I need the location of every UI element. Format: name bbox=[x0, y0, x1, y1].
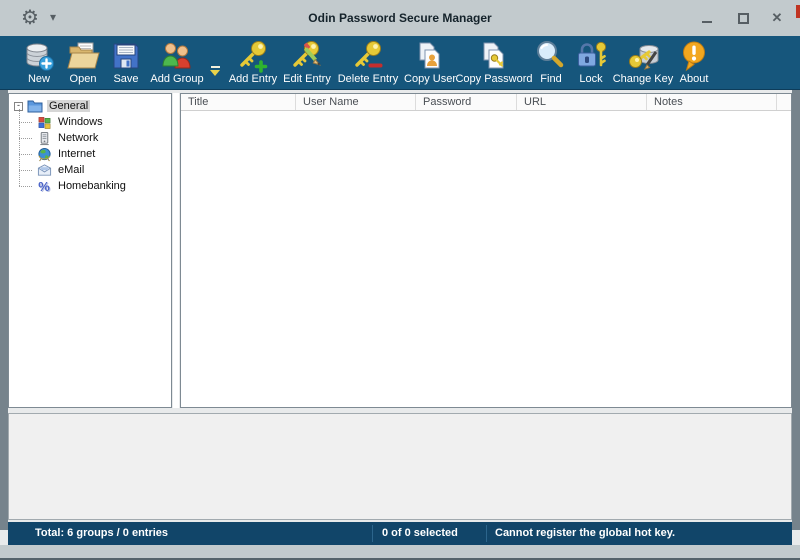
tree-list-splitter[interactable] bbox=[173, 93, 179, 408]
window-bottom-frame bbox=[0, 545, 800, 560]
status-separator bbox=[372, 525, 373, 542]
lock-icon bbox=[578, 41, 607, 67]
toolbar-label: Save bbox=[113, 73, 139, 85]
toolbar-button-delete-entry[interactable]: Delete Entry bbox=[332, 36, 404, 90]
edit-entry-key-icon bbox=[293, 41, 322, 67]
homebanking-percent-icon: % bbox=[38, 178, 50, 194]
toolbar-button-copy-user[interactable]: Copy User bbox=[404, 36, 456, 90]
toolbar-label: Change Key bbox=[612, 73, 674, 85]
status-message: Cannot register the global hot key. bbox=[495, 527, 676, 539]
delete-entry-key-icon bbox=[355, 41, 383, 68]
tree-children: Windows Network Internet eMail % Homeban… bbox=[9, 109, 171, 194]
toolbar-button-open[interactable]: Open bbox=[62, 36, 104, 90]
internet-globe-icon bbox=[36, 146, 52, 162]
email-icon bbox=[36, 162, 52, 178]
column-header-url[interactable]: URL bbox=[517, 94, 647, 110]
copy-password-icon bbox=[483, 42, 504, 69]
add-group-dropdown-button[interactable] bbox=[206, 36, 224, 90]
toolbar-button-find[interactable]: Find bbox=[532, 36, 570, 90]
tree-item-label: Network bbox=[58, 132, 99, 144]
toolbar-button-lock[interactable]: Lock bbox=[570, 36, 612, 90]
statusbar: Total: 6 groups / 0 entries 0 of 0 selec… bbox=[8, 522, 792, 545]
screen-edge-artifact bbox=[796, 5, 800, 18]
client-area: - General Windows Network Internet eMail… bbox=[0, 90, 800, 545]
change-key-icon bbox=[629, 45, 659, 70]
tree-item-homebanking[interactable]: % Homebanking bbox=[9, 178, 171, 194]
column-header-filler bbox=[777, 94, 791, 110]
tree-item-label: Windows bbox=[58, 116, 103, 128]
window-left-edge bbox=[0, 90, 8, 530]
toolbar-button-about[interactable]: About bbox=[674, 36, 714, 90]
network-icon bbox=[36, 130, 52, 146]
toolbar-button-add-group[interactable]: Add Group bbox=[148, 36, 206, 90]
database-new-icon bbox=[26, 43, 54, 71]
maximize-icon bbox=[737, 12, 749, 24]
find-magnifier-icon bbox=[537, 41, 564, 68]
window-right-edge bbox=[792, 90, 800, 530]
minimize-icon bbox=[702, 21, 712, 23]
tree-item-general[interactable]: - General bbox=[9, 98, 171, 114]
toolbar-label: Copy Password bbox=[455, 73, 533, 85]
toolbar-label: Open bbox=[69, 73, 97, 85]
status-total: Total: 6 groups / 0 entries bbox=[35, 527, 169, 539]
windows-icon bbox=[36, 114, 52, 130]
add-entry-key-icon bbox=[240, 41, 268, 73]
toolbar-label: Edit Entry bbox=[283, 73, 331, 85]
close-icon: ✕ bbox=[771, 10, 783, 25]
copy-user-icon bbox=[419, 42, 440, 69]
toolbar-button-save[interactable]: Save bbox=[104, 36, 148, 90]
toolbar-button-copy-password[interactable]: Copy Password bbox=[455, 36, 533, 90]
status-separator bbox=[486, 525, 487, 542]
maximize-button[interactable] bbox=[734, 10, 752, 26]
dropdown-triangle-icon bbox=[210, 70, 220, 76]
tree-item-internet[interactable]: Internet bbox=[9, 146, 171, 162]
toolbar-button-change-key[interactable]: Change Key bbox=[612, 36, 674, 90]
toolbar-label: Add Entry bbox=[228, 73, 278, 85]
entry-list-panel: Title User Name Password URL Notes bbox=[180, 93, 792, 408]
toolbar-button-add-entry[interactable]: Add Entry bbox=[224, 36, 282, 90]
titlebar: ⚙ ▾ Odin Password Secure Manager ✕ bbox=[0, 0, 800, 36]
toolbar-label: About bbox=[679, 73, 709, 85]
window-title: Odin Password Secure Manager bbox=[308, 11, 492, 25]
app-window: ⚙ ▾ Odin Password Secure Manager ✕ New O… bbox=[0, 0, 800, 560]
toolbar-label: Lock bbox=[579, 73, 603, 85]
entry-list-body[interactable] bbox=[181, 111, 791, 407]
toolbar-label: New bbox=[27, 73, 50, 85]
tree-item-label: Homebanking bbox=[58, 180, 126, 192]
add-group-icon bbox=[162, 43, 191, 69]
dropdown-bar-icon bbox=[210, 66, 220, 68]
toolbar-button-edit-entry[interactable]: Edit Entry bbox=[282, 36, 332, 90]
group-tree-panel: - General Windows Network Internet eMail… bbox=[8, 93, 172, 408]
folder-icon bbox=[27, 98, 43, 114]
tree-item-email[interactable]: eMail bbox=[9, 162, 171, 178]
toolbar-label: Copy User bbox=[404, 73, 456, 85]
toolbar-label: Add Group bbox=[150, 73, 204, 85]
column-header-user-name[interactable]: User Name bbox=[296, 94, 416, 110]
column-header-notes[interactable]: Notes bbox=[647, 94, 777, 110]
group-tree: - General Windows Network Internet eMail… bbox=[9, 94, 171, 194]
about-warning-icon bbox=[683, 41, 705, 72]
minimize-button[interactable] bbox=[698, 10, 716, 26]
close-button[interactable]: ✕ bbox=[768, 10, 786, 26]
list-header: Title User Name Password URL Notes bbox=[181, 94, 791, 111]
column-header-password[interactable]: Password bbox=[416, 94, 517, 110]
save-floppy-icon bbox=[113, 43, 139, 69]
detail-panel bbox=[8, 413, 792, 520]
tree-item-label: eMail bbox=[58, 164, 85, 176]
status-selected: 0 of 0 selected bbox=[382, 527, 458, 539]
toolbar-label: Find bbox=[540, 73, 562, 85]
toolbar-button-new[interactable]: New bbox=[16, 36, 62, 90]
tree-item-windows[interactable]: Windows bbox=[9, 114, 171, 130]
tree-item-label: Internet bbox=[58, 148, 96, 160]
open-folder-icon bbox=[67, 42, 100, 69]
toolbar-label: Delete Entry bbox=[337, 73, 399, 85]
column-header-title[interactable]: Title bbox=[181, 94, 296, 110]
tree-item-label: General bbox=[47, 100, 91, 112]
tree-item-network[interactable]: Network bbox=[9, 130, 171, 146]
toolbar: New Open Save Add Group Add Entry Edit E… bbox=[0, 36, 800, 90]
